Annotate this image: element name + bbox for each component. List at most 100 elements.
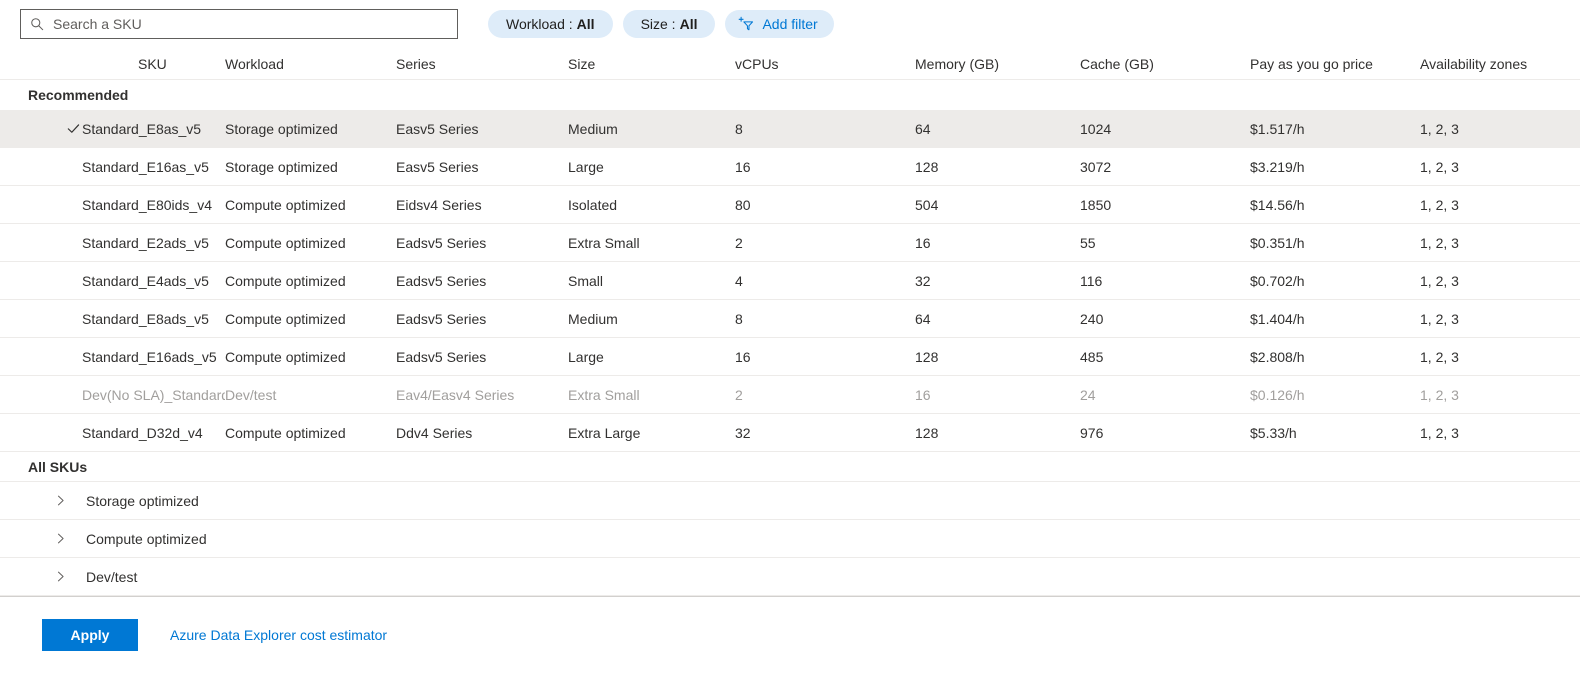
sku-group-row[interactable]: Dev/test (0, 558, 1580, 596)
cell-vcpus: 16 (735, 348, 751, 365)
cell-vcpus: 16 (735, 158, 751, 175)
chevron-right-icon (52, 569, 68, 585)
cell-series: Easv5 Series (396, 120, 479, 137)
column-header-workload[interactable]: Workload (225, 56, 396, 72)
cell-size: Isolated (568, 196, 618, 213)
table-row[interactable]: Standard_E8ads_v5 Compute optimized Eadsv5… (0, 300, 1580, 338)
column-header-memory[interactable]: Memory (GB) (915, 56, 1080, 72)
cell-price: $0.702/h (1250, 272, 1305, 289)
cell-price: $5.33/h (1250, 424, 1297, 441)
cell-vcpus: 32 (735, 424, 751, 441)
filter-pill-size[interactable]: Size : All (622, 10, 716, 38)
search-box[interactable] (20, 9, 458, 39)
cell-price: $2.808/h (1250, 348, 1305, 365)
cell-size: Medium (568, 310, 618, 327)
row-selected-check-icon (0, 121, 82, 136)
search-input[interactable] (51, 11, 449, 37)
chevron-right-icon (52, 531, 68, 547)
sku-group-label: Storage optimized (86, 492, 199, 509)
cell-series: Eav4/Easv4 Series (396, 386, 515, 403)
column-header-cache[interactable]: Cache (GB) (1080, 56, 1250, 72)
cell-zones: 1, 2, 3 (1420, 196, 1459, 213)
filter-pill-workload[interactable]: Workload : All (488, 10, 613, 38)
column-header-series[interactable]: Series (396, 56, 568, 72)
chevron-right-icon (52, 493, 68, 509)
sku-group-row[interactable]: Compute optimized (0, 520, 1580, 558)
cell-price: $1.517/h (1250, 120, 1305, 137)
cell-series: Eadsv5 Series (396, 310, 487, 327)
filter-pill-size-value: All (679, 16, 698, 32)
filter-pill-workload-value: All (576, 16, 595, 32)
cell-cache: 1850 (1080, 196, 1112, 213)
cell-price: $3.219/h (1250, 158, 1305, 175)
table-row[interactable]: Standard_E80ids_v4 Compute optimized Eidsv… (0, 186, 1580, 224)
cell-zones: 1, 2, 3 (1420, 310, 1459, 327)
cell-cache: 24 (1080, 386, 1096, 403)
table-row[interactable]: Standard_E16ads_v5 Compute optimized Eadsv… (0, 338, 1580, 376)
table-header-row: SKU Workload Series Size vCPUs Memory (G… (0, 48, 1580, 80)
cell-memory: 16 (915, 234, 931, 251)
cell-price: $1.404/h (1250, 310, 1305, 327)
cell-zones: 1, 2, 3 (1420, 272, 1459, 289)
cell-vcpus: 4 (735, 272, 743, 289)
cell-workload: Compute optimized (225, 310, 346, 327)
table-row[interactable]: Standard_E2ads_v5 Compute optimized Eadsv5… (0, 224, 1580, 262)
footer: Apply Azure Data Explorer cost estimator (0, 619, 1580, 651)
cell-series: Eadsv5 Series (396, 234, 487, 251)
column-header-size[interactable]: Size (568, 56, 735, 72)
cell-zones: 1, 2, 3 (1420, 386, 1459, 403)
cell-vcpus: 2 (735, 386, 743, 403)
cell-memory: 504 (915, 196, 939, 213)
cell-cache: 485 (1080, 348, 1104, 365)
cell-sku: Standard_E8ads_v5 (82, 310, 209, 327)
sku-table: SKU Workload Series Size vCPUs Memory (G… (0, 48, 1580, 597)
cell-workload: Compute optimized (225, 196, 346, 213)
cell-cache: 3072 (1080, 158, 1112, 175)
cell-sku: Standard_E2ads_v5 (82, 234, 209, 251)
cell-size: Extra Small (568, 234, 640, 251)
column-header-price[interactable]: Pay as you go price (1250, 56, 1420, 72)
cost-estimator-link[interactable]: Azure Data Explorer cost estimator (170, 627, 387, 643)
add-filter-funnel-icon (737, 15, 755, 33)
cell-zones: 1, 2, 3 (1420, 424, 1459, 441)
cell-zones: 1, 2, 3 (1420, 120, 1459, 137)
cell-zones: 1, 2, 3 (1420, 234, 1459, 251)
sku-group-label: Compute optimized (86, 530, 207, 547)
table-row[interactable]: Standard_D32d_v4 Compute optimized Ddv4 Se… (0, 414, 1580, 452)
cell-price: $0.126/h (1250, 386, 1305, 403)
sku-group-row[interactable]: Storage optimized (0, 482, 1580, 520)
table-row[interactable]: Standard_E4ads_v5 Compute optimized Eadsv5… (0, 262, 1580, 300)
apply-button[interactable]: Apply (42, 619, 138, 651)
section-title-all-skus: All SKUs (0, 452, 1580, 482)
cell-cache: 240 (1080, 310, 1104, 327)
cell-memory: 64 (915, 120, 931, 137)
cell-sku: Standard_E8as_v5 (82, 120, 202, 137)
cell-size: Medium (568, 120, 618, 137)
cell-vcpus: 8 (735, 120, 743, 137)
cell-price: $0.351/h (1250, 234, 1305, 251)
cell-sku: Standard_E4ads_v5 (82, 272, 209, 289)
table-row[interactable]: Standard_E16as_v5 Storage optimized Easv5 … (0, 148, 1580, 186)
cell-workload: Storage optimized (225, 158, 338, 175)
column-header-sku[interactable]: SKU (82, 56, 225, 72)
column-header-availability-zones[interactable]: Availability zones (1420, 56, 1580, 72)
cell-memory: 128 (915, 424, 939, 441)
filter-pill-size-key: Size : (640, 16, 676, 32)
cell-cache: 1024 (1080, 120, 1112, 137)
cell-cache: 55 (1080, 234, 1096, 251)
cell-size: Extra Large (568, 424, 641, 441)
cell-series: Eadsv5 Series (396, 348, 487, 365)
cell-vcpus: 2 (735, 234, 743, 251)
sku-group-label: Dev/test (86, 568, 138, 585)
cell-size: Large (568, 158, 604, 175)
cell-memory: 128 (915, 158, 939, 175)
filter-pill-workload-key: Workload : (506, 16, 573, 32)
add-filter-button[interactable]: Add filter (725, 10, 834, 38)
cell-workload: Compute optimized (225, 348, 346, 365)
column-header-vcpus[interactable]: vCPUs (735, 56, 915, 72)
cell-memory: 64 (915, 310, 931, 327)
cell-workload: Compute optimized (225, 234, 346, 251)
toolbar: Workload : All Size : All Add filter (0, 0, 1580, 48)
footer-divider (0, 596, 1580, 597)
table-row[interactable]: Standard_E8as_v5 Storage optimized Easv5 S… (0, 110, 1580, 148)
